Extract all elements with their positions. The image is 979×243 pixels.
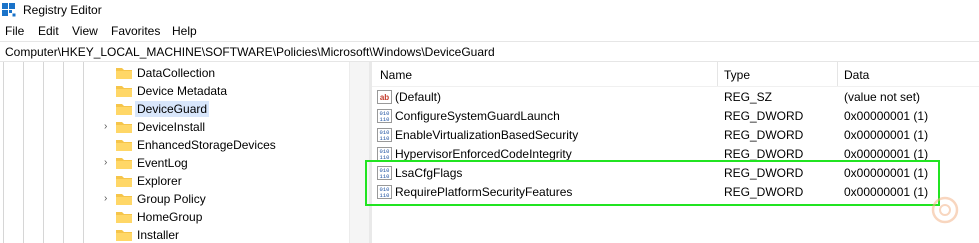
tree-item-label: DeviceGuard — [135, 101, 210, 117]
key-tree-pane[interactable]: DataCollection Device Metadata DeviceGua… — [0, 62, 349, 243]
value-type: REG_DWORD — [724, 109, 804, 123]
title-bar: Registry Editor — [0, 0, 979, 20]
tree-item-eventlog[interactable]: › EventLog — [100, 154, 349, 172]
tree-item-installer[interactable]: Installer — [100, 226, 349, 243]
column-header-name[interactable]: Name — [380, 68, 412, 82]
tree-item-label: Group Policy — [137, 192, 206, 206]
tree-guide-line — [3, 62, 4, 243]
value-data: 0x00000001 (1) — [844, 109, 929, 123]
value-name: (Default) — [395, 90, 442, 104]
tree-item-deviceguard[interactable]: DeviceGuard — [100, 100, 349, 118]
tree-guide-line — [43, 62, 44, 243]
watermark-icon — [931, 196, 959, 224]
menu-edit[interactable]: Edit — [38, 24, 59, 38]
tree-item-datacollection[interactable]: DataCollection — [100, 64, 349, 82]
value-name: HypervisorEnforcedCodeIntegrity — [395, 147, 572, 161]
menu-help[interactable]: Help — [172, 24, 197, 38]
address-path[interactable]: Computer\HKEY_LOCAL_MACHINE\SOFTWARE\Pol… — [5, 45, 495, 59]
column-header-type[interactable]: Type — [724, 68, 750, 82]
tree-item-label: EventLog — [137, 156, 188, 170]
tree-guide-line — [63, 62, 64, 243]
tree-scrollbar[interactable] — [349, 62, 370, 243]
value-data: 0x00000001 (1) — [844, 147, 929, 161]
folder-icon — [116, 104, 132, 115]
value-name: ConfigureSystemGuardLaunch — [395, 109, 560, 123]
string-value-icon: ab — [377, 90, 392, 104]
tree-item-deviceinstall[interactable]: › DeviceInstall — [100, 118, 349, 136]
tree-item-label: Explorer — [137, 174, 182, 188]
column-separator[interactable] — [837, 62, 838, 86]
column-header: Name Type Data — [372, 62, 979, 87]
folder-icon — [116, 140, 132, 151]
tree-item-label: Installer — [137, 228, 180, 242]
value-type: REG_DWORD — [724, 147, 804, 161]
tree-item-label: Device Metadata — [137, 84, 228, 98]
tree-item-label: HomeGroup — [137, 210, 203, 224]
tree-item-homegroup[interactable]: HomeGroup — [100, 208, 349, 226]
menu-file[interactable]: File — [5, 24, 24, 38]
registry-editor-icon — [2, 3, 16, 17]
tree-item-device-metadata[interactable]: Device Metadata — [100, 82, 349, 100]
folder-icon — [116, 68, 132, 79]
chevron-right-icon[interactable]: › — [104, 158, 112, 168]
folder-icon — [116, 230, 132, 241]
values-pane[interactable]: Name Type Data ab (Default) REG_SZ (valu… — [372, 62, 979, 243]
tree-guide-line — [83, 62, 84, 243]
value-data: 0x00000001 (1) — [844, 128, 929, 142]
folder-icon — [116, 176, 132, 187]
folder-icon — [116, 122, 132, 133]
tree-item-enhancedstoragedevices[interactable]: EnhancedStorageDevices — [100, 136, 349, 154]
menu-favorites[interactable]: Favorites — [111, 24, 160, 38]
value-row[interactable]: 010 110 ConfigureSystemGuardLaunch REG_D… — [372, 107, 979, 126]
folder-icon — [116, 158, 132, 169]
value-data: (value not set) — [844, 90, 921, 104]
tree-item-group-policy[interactable]: › Group Policy — [100, 190, 349, 208]
folder-icon — [116, 86, 132, 97]
tree-guide-line — [23, 62, 24, 243]
folder-icon — [116, 194, 132, 205]
binary-value-icon: 010 110 — [377, 147, 392, 161]
tree-item-label: DataCollection — [137, 66, 216, 80]
value-row[interactable]: ab (Default) REG_SZ (value not set) — [372, 88, 979, 107]
column-header-data[interactable]: Data — [844, 68, 869, 82]
svg-text:110: 110 — [380, 135, 390, 142]
value-row[interactable]: 010 110 EnableVirtualizationBasedSecurit… — [372, 126, 979, 145]
address-bar[interactable]: Computer\HKEY_LOCAL_MACHINE\SOFTWARE\Pol… — [0, 41, 979, 62]
binary-value-icon: 010 110 — [377, 128, 392, 142]
svg-text:110: 110 — [380, 116, 390, 123]
tree-item-label: DeviceInstall — [137, 120, 206, 134]
value-type: REG_DWORD — [724, 128, 804, 142]
folder-icon — [116, 212, 132, 223]
highlight-box — [365, 160, 940, 206]
value-name: EnableVirtualizationBasedSecurity — [395, 128, 579, 142]
svg-text:ab: ab — [380, 93, 389, 102]
tree-item-label: EnhancedStorageDevices — [137, 138, 276, 152]
window-title: Registry Editor — [23, 3, 102, 17]
tree-item-explorer[interactable]: Explorer — [100, 172, 349, 190]
chevron-right-icon[interactable]: › — [104, 122, 112, 132]
value-type: REG_SZ — [724, 90, 773, 104]
column-separator[interactable] — [717, 62, 718, 86]
chevron-right-icon[interactable]: › — [104, 194, 112, 204]
menu-view[interactable]: View — [72, 24, 98, 38]
binary-value-icon: 010 110 — [377, 109, 392, 123]
menu-bar: File Edit View Favorites Help — [0, 20, 979, 40]
